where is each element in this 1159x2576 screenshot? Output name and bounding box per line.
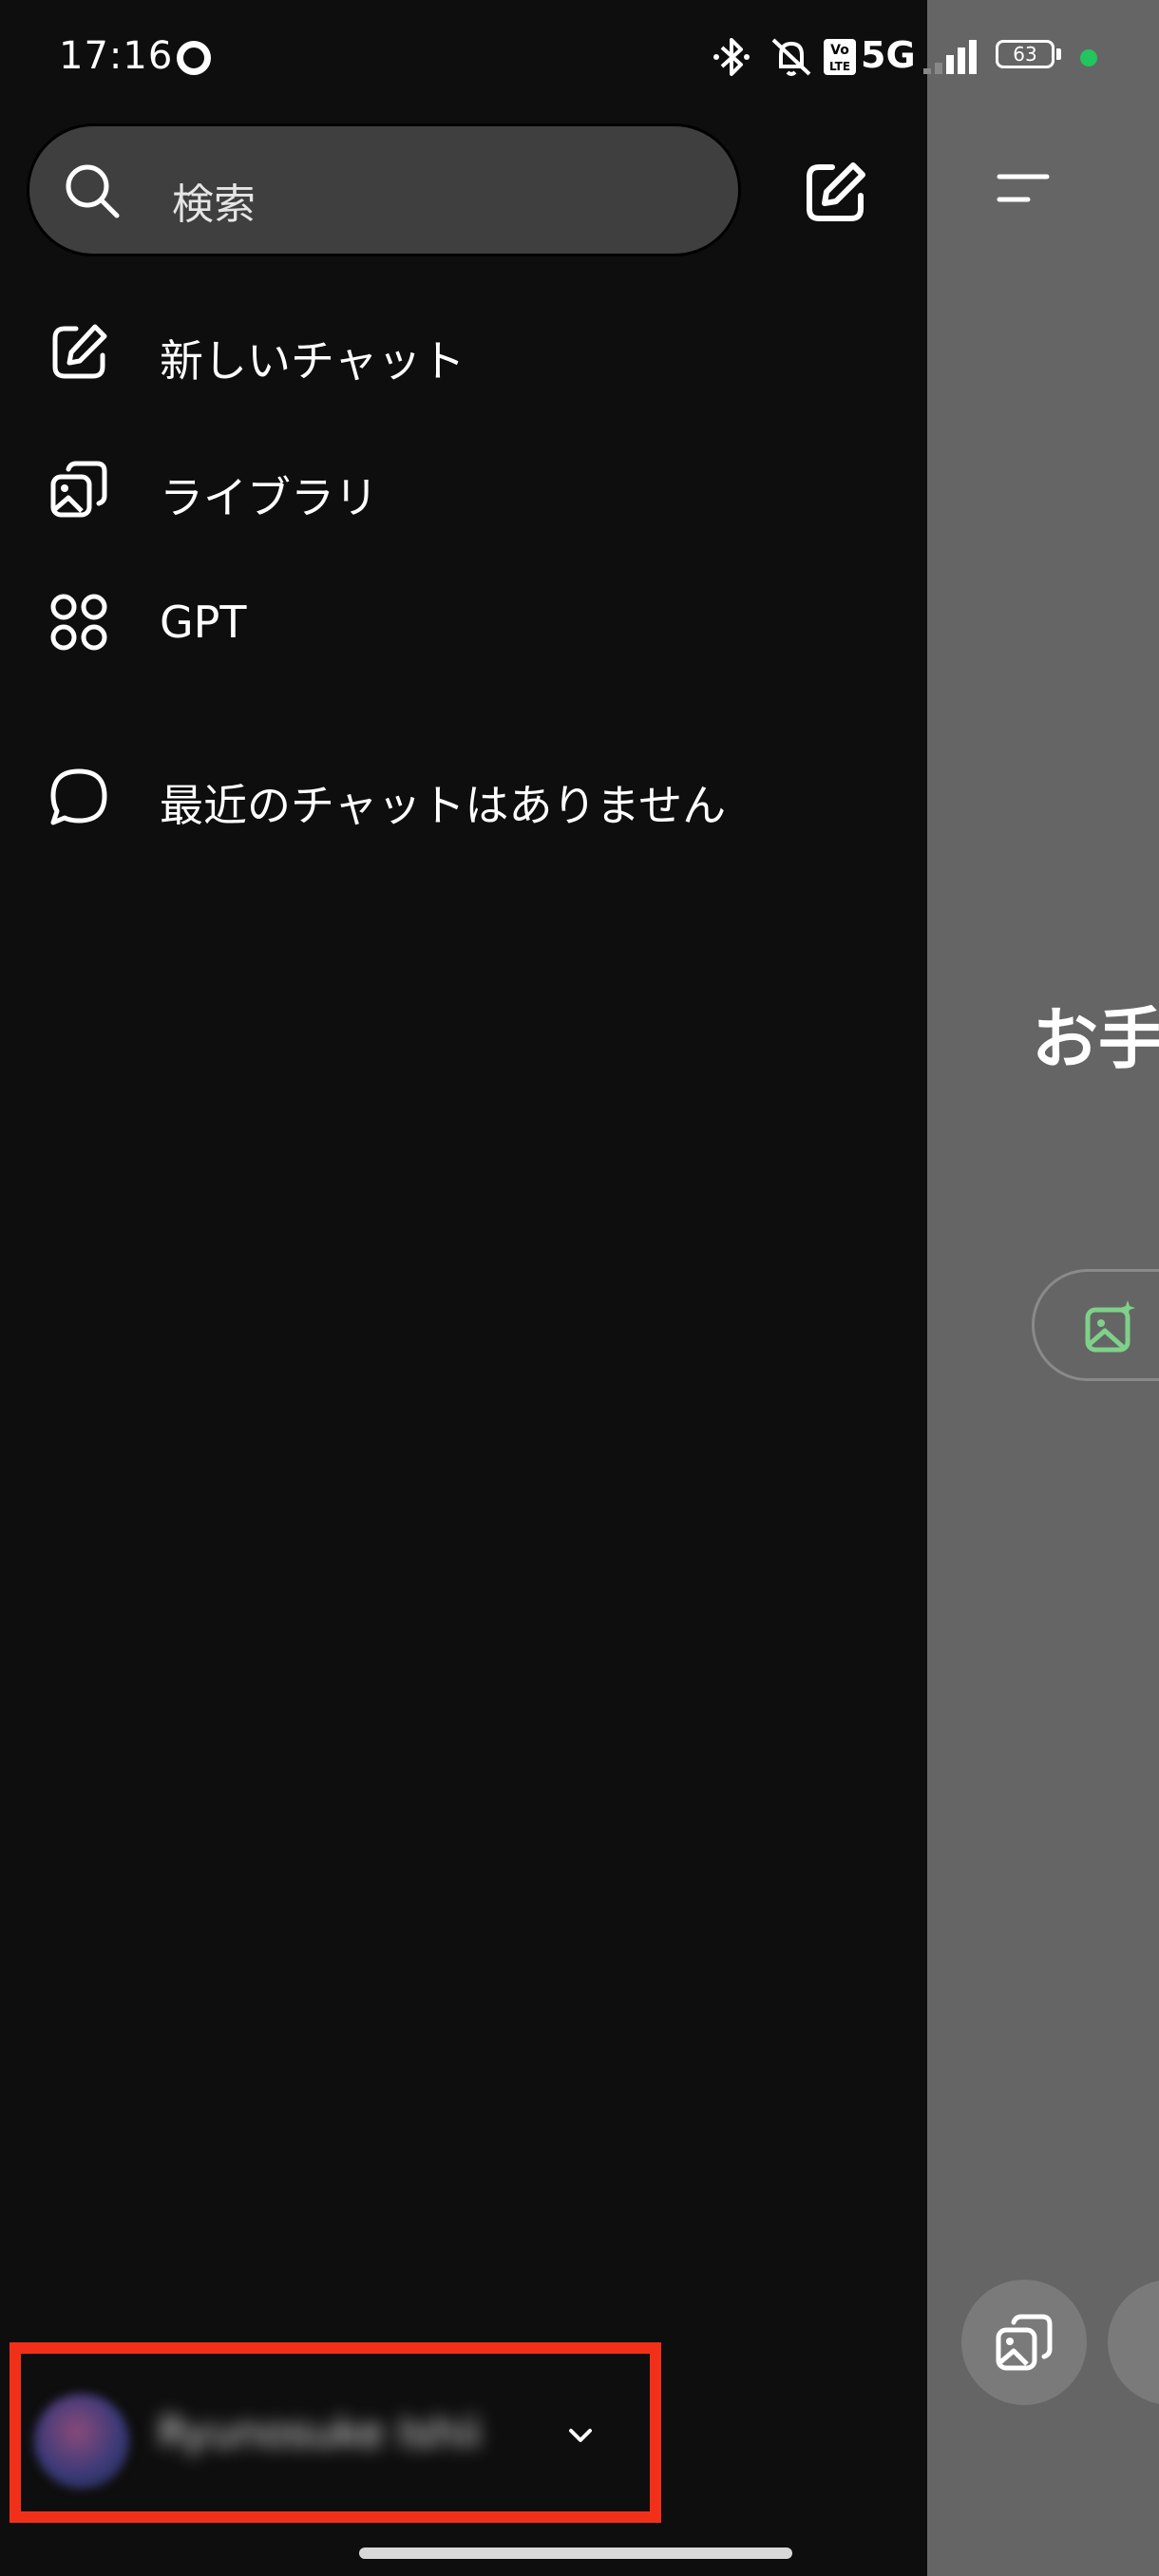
status-bar: 17:16 Vo LTE 5G 63 <box>0 0 1159 114</box>
gpt-grid-icon <box>50 594 107 651</box>
app-root: 17:16 Vo LTE 5G 63 検索 新しいチャット ライブラリ GPT … <box>0 0 1159 2576</box>
recent-chats-empty: 最近のチャットはありません <box>0 737 927 851</box>
status-time: 17:16 <box>59 34 174 78</box>
avatar[interactable] <box>34 2394 129 2489</box>
library-icon <box>50 461 107 518</box>
menu-item-new-chat[interactable]: 新しいチャット <box>0 293 927 407</box>
search-icon <box>66 164 120 218</box>
library-shortcut-button[interactable] <box>961 2280 1087 2405</box>
library-icon <box>996 2314 1053 2371</box>
menu-item-label: ライブラリ <box>160 472 378 523</box>
secondary-shortcut-button[interactable] <box>1108 2280 1159 2405</box>
home-indicator[interactable] <box>359 2548 792 2559</box>
compose-icon[interactable] <box>800 158 870 228</box>
image-create-chip[interactable] <box>1032 1269 1159 1381</box>
new-chat-icon <box>52 324 107 379</box>
main-panel-dimmed[interactable]: お手 <box>927 0 1159 2576</box>
battery-icon: 63 <box>996 40 1054 68</box>
search-bar[interactable]: 検索 <box>27 123 741 256</box>
chat-bubble-icon <box>50 768 107 825</box>
battery-tip <box>1056 48 1061 60</box>
network-label: 5G <box>861 34 916 76</box>
greeting-text: お手 <box>1032 1000 1159 1078</box>
chevron-down-icon[interactable] <box>568 2428 593 2445</box>
menu-item-gpt[interactable]: GPT <box>0 562 927 676</box>
recent-chats-empty-label: 最近のチャットはありません <box>160 780 727 831</box>
menu-item-label: 新しいチャット <box>160 335 466 387</box>
side-drawer: 検索 新しいチャット ライブラリ GPT 最近のチャットはありません Ryuno… <box>0 0 927 2576</box>
image-sparkle-icon <box>1085 1300 1135 1353</box>
privacy-dot <box>1080 49 1097 66</box>
bluetooth-icon <box>713 38 750 76</box>
svg-text:LTE: LTE <box>829 60 850 73</box>
menu-item-label: GPT <box>160 597 247 648</box>
search-input[interactable]: 検索 <box>172 170 256 231</box>
svg-text:Vo: Vo <box>830 43 849 58</box>
menu-item-library[interactable]: ライブラリ <box>0 429 927 543</box>
signal-icon <box>923 40 977 74</box>
status-ring-icon <box>177 41 211 75</box>
volte-icon: Vo LTE <box>824 39 856 75</box>
profile-name[interactable]: Ryunosuke Ishii <box>158 2409 482 2457</box>
mute-icon <box>771 38 811 76</box>
menu-icon[interactable] <box>996 171 1051 205</box>
